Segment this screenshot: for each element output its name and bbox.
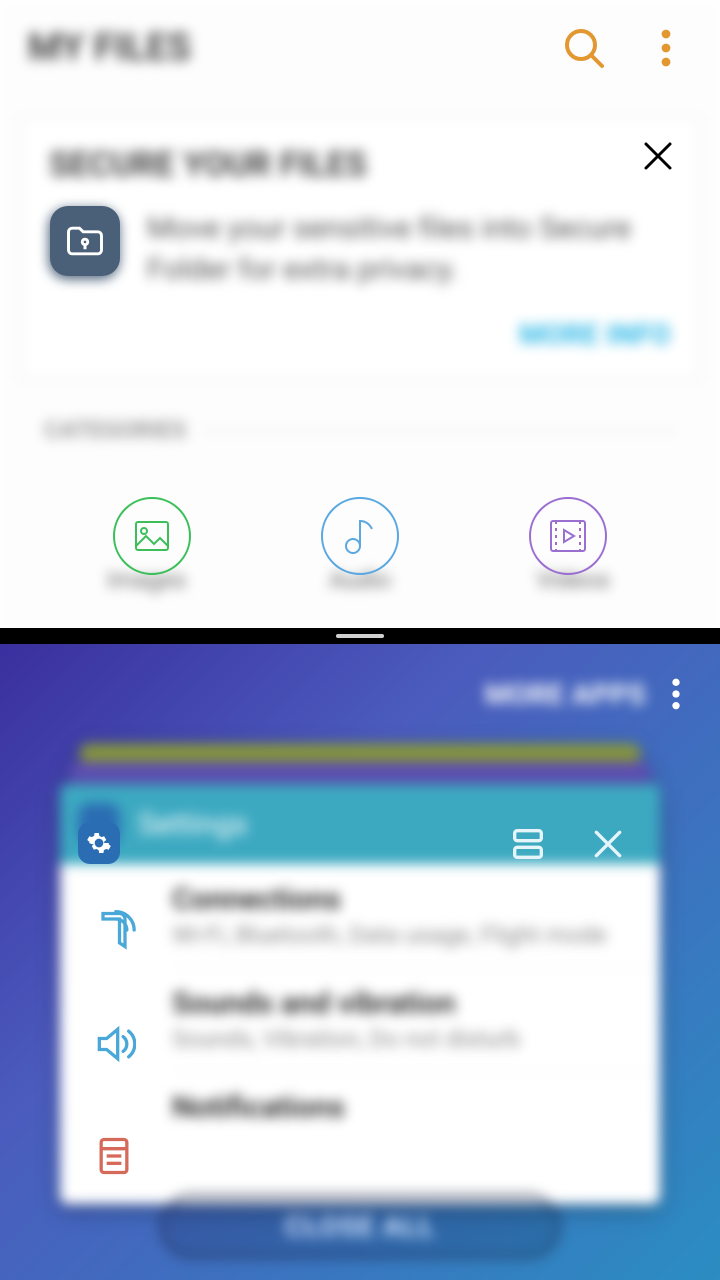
row-title: Connections [172, 882, 607, 917]
secure-card-more-info[interactable]: MORE INFO [49, 318, 671, 351]
audio-icon [320, 496, 400, 576]
row-title: Notifications [172, 1090, 345, 1125]
more-apps-button[interactable]: MORE APPS [485, 678, 646, 711]
close-app-icon[interactable] [588, 824, 628, 864]
close-all-button[interactable]: CLOSE ALL [160, 1194, 560, 1258]
drag-handle-icon [336, 634, 384, 638]
recent-apps-view: MORE APPS Settings Connections [0, 644, 720, 1280]
settings-row-connections[interactable]: Connections Wi-Fi, Bluetooth, Data usage… [60, 864, 660, 967]
search-icon[interactable] [560, 24, 608, 72]
close-card-icon[interactable] [640, 138, 676, 174]
secure-card-desc: Move your sensitive files into Secure Fo… [147, 209, 671, 290]
row-title: Sounds and vibration [172, 986, 520, 1021]
categories-label: CATEGORIES [44, 416, 204, 444]
images-icon [112, 496, 192, 576]
more-options-icon[interactable] [642, 24, 690, 72]
myfiles-title: MY FILES [28, 26, 596, 70]
secure-card-title: SECURE YOUR FILES [49, 145, 671, 185]
settings-card-title: Settings [138, 807, 526, 842]
recent-card-back2[interactable] [80, 744, 640, 764]
recents-more-icon[interactable] [656, 674, 696, 714]
connections-icon [92, 908, 136, 952]
settings-row-sounds[interactable]: Sounds and vibration Sounds, Vibration, … [60, 968, 660, 1071]
videos-icon [528, 496, 608, 576]
sounds-icon [92, 1022, 136, 1066]
divider [204, 430, 676, 431]
secure-folder-icon [50, 206, 120, 276]
settings-gear-icon [78, 822, 120, 864]
recent-card-settings[interactable]: Settings Connections Wi-Fi, Bluetooth, D… [60, 784, 660, 1204]
split-screen-divider[interactable] [0, 628, 720, 644]
row-sub: Wi-Fi, Bluetooth, Data usage, Flight mod… [172, 921, 607, 949]
row-sub: Sounds, Vibration, Do not disturb [172, 1025, 520, 1053]
notifications-icon [92, 1134, 136, 1178]
secure-files-card: SECURE YOUR FILES Move your sensitive fi… [20, 116, 700, 380]
multiwindow-icon[interactable] [508, 824, 548, 864]
settings-row-notifications[interactable]: Notifications [60, 1072, 660, 1143]
